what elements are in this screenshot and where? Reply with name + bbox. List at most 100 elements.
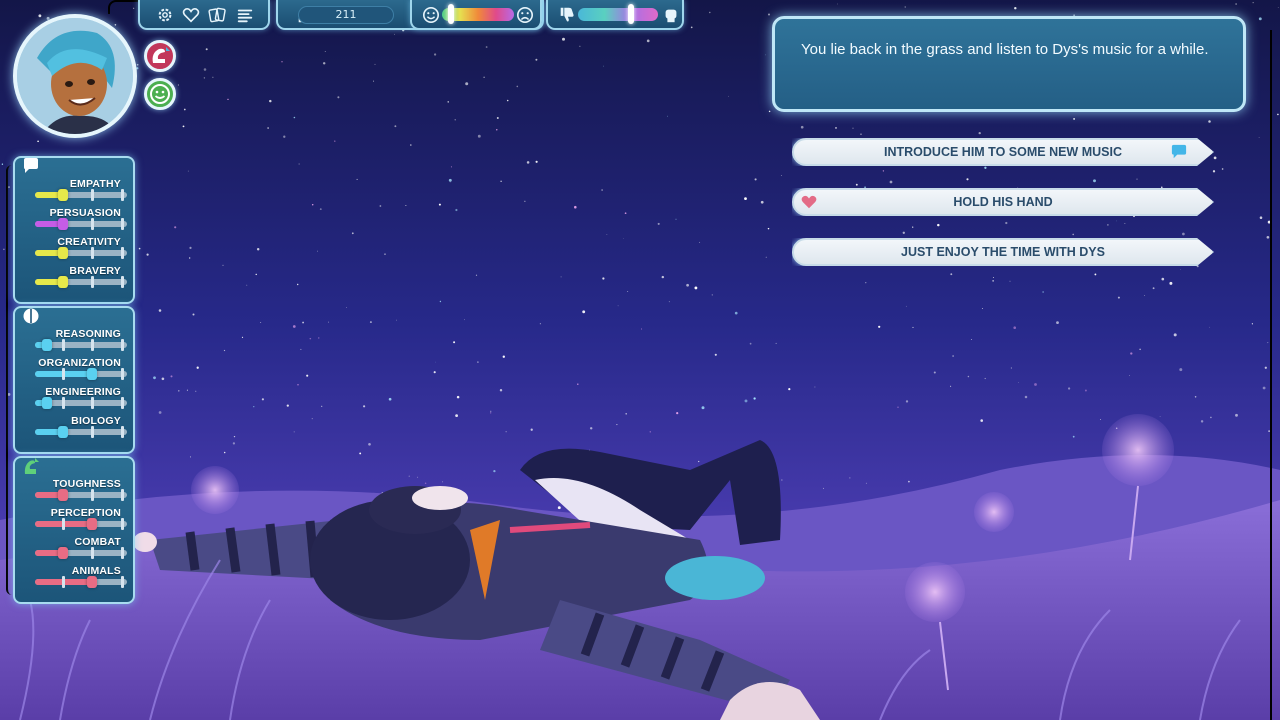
star xyxy=(490,412,492,414)
stat-track xyxy=(35,368,127,380)
star xyxy=(373,80,375,82)
star xyxy=(1024,395,1028,399)
stat-tick xyxy=(91,397,95,409)
star xyxy=(767,227,770,230)
stat-knob xyxy=(87,368,98,380)
stat-tick xyxy=(121,547,125,559)
stat-knob xyxy=(57,189,68,201)
star xyxy=(269,99,272,103)
star xyxy=(582,310,586,314)
stat-track xyxy=(35,247,127,259)
choice-button[interactable]: JUST ENJOY THE TIME WITH DYS xyxy=(792,238,1214,266)
star xyxy=(334,140,336,142)
stat-tick xyxy=(121,218,125,230)
star xyxy=(146,253,149,256)
star xyxy=(1212,170,1216,173)
stat-tick xyxy=(91,247,95,259)
stat-combat[interactable]: COMBAT xyxy=(15,536,133,564)
star xyxy=(212,76,214,78)
star xyxy=(1013,326,1016,329)
star xyxy=(1277,7,1279,8)
star xyxy=(912,226,914,228)
star xyxy=(405,205,407,207)
brain-icon xyxy=(21,306,41,326)
gear-icon[interactable] xyxy=(156,6,174,24)
star xyxy=(306,374,309,377)
star xyxy=(1161,277,1165,281)
stat-tick xyxy=(61,518,65,530)
star xyxy=(394,33,395,35)
stat-perception[interactable]: PERCEPTION xyxy=(15,507,133,535)
star xyxy=(574,205,577,209)
smile-button[interactable] xyxy=(144,78,176,110)
choice-button[interactable]: HOLD HIS HAND xyxy=(792,188,1214,216)
fist-icon xyxy=(662,6,680,24)
star xyxy=(318,337,320,339)
star xyxy=(153,376,156,380)
star xyxy=(699,241,701,243)
star xyxy=(1182,232,1185,236)
star xyxy=(435,361,436,363)
star xyxy=(453,341,456,344)
star xyxy=(227,98,229,101)
star xyxy=(302,321,305,324)
star xyxy=(317,250,318,252)
star xyxy=(114,24,117,26)
star xyxy=(698,460,700,463)
star xyxy=(734,311,738,315)
list-icon[interactable] xyxy=(236,6,254,24)
star xyxy=(601,189,603,191)
stat-biology[interactable]: BIOLOGY xyxy=(15,415,133,443)
strength-button[interactable] xyxy=(144,40,176,72)
star xyxy=(1136,178,1138,180)
star xyxy=(882,170,885,172)
star xyxy=(1014,6,1017,10)
frame-line xyxy=(108,0,138,14)
stat-animals[interactable]: ANIMALS xyxy=(15,565,133,593)
stat-organization[interactable]: ORGANIZATION xyxy=(15,357,133,385)
star xyxy=(260,322,262,323)
star xyxy=(686,283,689,287)
stat-empathy[interactable]: EMPATHY xyxy=(15,178,133,206)
star xyxy=(1042,291,1044,293)
star xyxy=(1117,296,1120,299)
stat-label: COMBAT xyxy=(74,536,121,548)
character-portrait[interactable] xyxy=(13,14,137,138)
stat-tick xyxy=(61,397,65,409)
stat-creativity[interactable]: CREATIVITY xyxy=(15,236,133,264)
mind-stats-panel: REASONING ORGANIZATION ENGINEERING BIOLOGY xyxy=(13,306,135,454)
star xyxy=(1067,387,1071,390)
star xyxy=(641,328,643,330)
choice-button[interactable]: INTRODUCE HIM TO SOME NEW MUSIC xyxy=(792,138,1214,166)
star xyxy=(878,325,881,328)
stat-reasoning[interactable]: REASONING xyxy=(15,328,133,356)
star xyxy=(189,257,191,259)
star xyxy=(775,342,777,344)
stat-tick xyxy=(121,339,125,351)
cards-icon[interactable] xyxy=(208,6,226,24)
star xyxy=(477,134,481,138)
stat-tick xyxy=(61,368,65,380)
stat-toughness[interactable]: TOUGHNESS xyxy=(15,478,133,506)
star xyxy=(849,477,851,479)
star xyxy=(950,273,953,276)
body-stats-panel: TOUGHNESS PERCEPTION COMBAT ANIMALS xyxy=(13,456,135,604)
stat-engineering[interactable]: ENGINEERING xyxy=(15,386,133,414)
star xyxy=(1252,2,1254,4)
star xyxy=(368,442,371,446)
stat-persuasion[interactable]: PERSUASION xyxy=(15,207,133,235)
star xyxy=(136,63,139,66)
heart-icon[interactable] xyxy=(182,6,200,24)
stat-knob xyxy=(57,276,68,288)
star xyxy=(475,274,478,276)
star xyxy=(539,323,542,325)
speech-bubble-icon xyxy=(1170,144,1188,160)
stat-knob xyxy=(57,426,68,438)
star xyxy=(602,277,605,280)
stat-bravery[interactable]: BRAVERY xyxy=(15,265,133,293)
star xyxy=(646,39,650,43)
star xyxy=(579,45,581,47)
star xyxy=(158,411,162,414)
star xyxy=(905,305,907,307)
star xyxy=(711,294,713,296)
